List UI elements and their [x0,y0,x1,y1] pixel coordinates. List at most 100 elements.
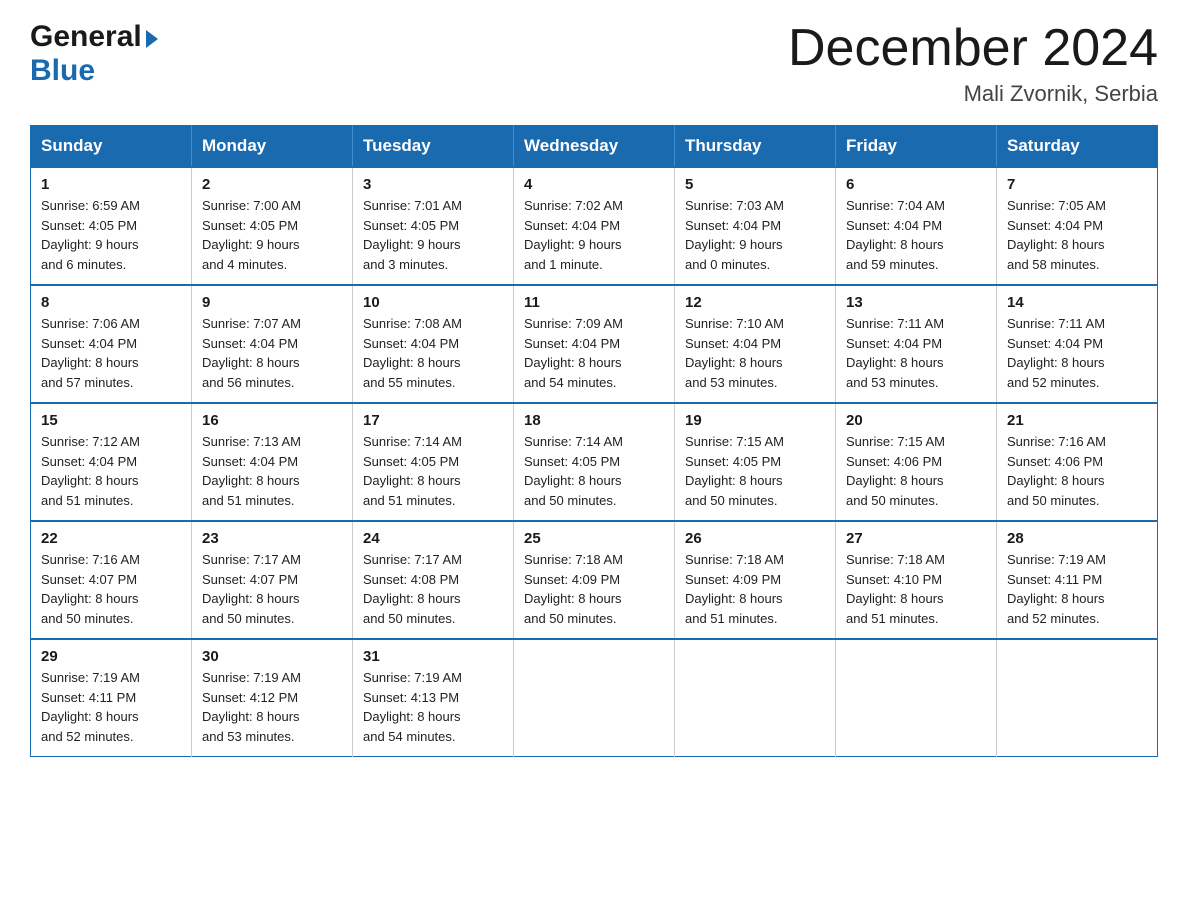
logo-triangle-icon [146,30,158,48]
day-number: 12 [685,294,825,311]
calendar-cell [675,639,836,757]
calendar-cell: 5 Sunrise: 7:03 AMSunset: 4:04 PMDayligh… [675,167,836,285]
calendar-cell: 30 Sunrise: 7:19 AMSunset: 4:12 PMDaylig… [192,639,353,757]
calendar-cell: 20 Sunrise: 7:15 AMSunset: 4:06 PMDaylig… [836,403,997,521]
cell-info: Sunrise: 7:04 AMSunset: 4:04 PMDaylight:… [846,198,945,272]
header-tuesday: Tuesday [353,126,514,168]
cell-info: Sunrise: 7:14 AMSunset: 4:05 PMDaylight:… [363,434,462,508]
calendar-cell: 7 Sunrise: 7:05 AMSunset: 4:04 PMDayligh… [997,167,1158,285]
calendar-cell: 28 Sunrise: 7:19 AMSunset: 4:11 PMDaylig… [997,521,1158,639]
cell-info: Sunrise: 7:10 AMSunset: 4:04 PMDaylight:… [685,316,784,390]
day-number: 23 [202,530,342,547]
cell-info: Sunrise: 7:06 AMSunset: 4:04 PMDaylight:… [41,316,140,390]
cell-info: Sunrise: 7:07 AMSunset: 4:04 PMDaylight:… [202,316,301,390]
header-friday: Friday [836,126,997,168]
calendar-cell: 15 Sunrise: 7:12 AMSunset: 4:04 PMDaylig… [31,403,192,521]
cell-info: Sunrise: 7:08 AMSunset: 4:04 PMDaylight:… [363,316,462,390]
day-number: 31 [363,648,503,665]
cell-info: Sunrise: 7:19 AMSunset: 4:13 PMDaylight:… [363,670,462,744]
cell-info: Sunrise: 7:11 AMSunset: 4:04 PMDaylight:… [846,316,944,390]
day-number: 5 [685,176,825,193]
calendar-week-row: 1 Sunrise: 6:59 AMSunset: 4:05 PMDayligh… [31,167,1158,285]
day-number: 3 [363,176,503,193]
calendar-cell: 3 Sunrise: 7:01 AMSunset: 4:05 PMDayligh… [353,167,514,285]
cell-info: Sunrise: 7:17 AMSunset: 4:08 PMDaylight:… [363,552,462,626]
calendar-cell [836,639,997,757]
cell-info: Sunrise: 7:11 AMSunset: 4:04 PMDaylight:… [1007,316,1105,390]
calendar-cell: 9 Sunrise: 7:07 AMSunset: 4:04 PMDayligh… [192,285,353,403]
calendar-header-row: SundayMondayTuesdayWednesdayThursdayFrid… [31,126,1158,168]
calendar-cell: 13 Sunrise: 7:11 AMSunset: 4:04 PMDaylig… [836,285,997,403]
calendar-week-row: 22 Sunrise: 7:16 AMSunset: 4:07 PMDaylig… [31,521,1158,639]
calendar-cell [997,639,1158,757]
month-title: December 2024 [788,20,1158,77]
day-number: 16 [202,412,342,429]
day-number: 21 [1007,412,1147,429]
calendar-week-row: 29 Sunrise: 7:19 AMSunset: 4:11 PMDaylig… [31,639,1158,757]
day-number: 17 [363,412,503,429]
cell-info: Sunrise: 7:17 AMSunset: 4:07 PMDaylight:… [202,552,301,626]
calendar-cell: 16 Sunrise: 7:13 AMSunset: 4:04 PMDaylig… [192,403,353,521]
cell-info: Sunrise: 7:00 AMSunset: 4:05 PMDaylight:… [202,198,301,272]
calendar-cell: 22 Sunrise: 7:16 AMSunset: 4:07 PMDaylig… [31,521,192,639]
day-number: 28 [1007,530,1147,547]
day-number: 27 [846,530,986,547]
cell-info: Sunrise: 7:02 AMSunset: 4:04 PMDaylight:… [524,198,623,272]
calendar-cell: 12 Sunrise: 7:10 AMSunset: 4:04 PMDaylig… [675,285,836,403]
cell-info: Sunrise: 7:15 AMSunset: 4:05 PMDaylight:… [685,434,784,508]
calendar-week-row: 15 Sunrise: 7:12 AMSunset: 4:04 PMDaylig… [31,403,1158,521]
day-number: 26 [685,530,825,547]
day-number: 4 [524,176,664,193]
day-number: 25 [524,530,664,547]
calendar-cell: 10 Sunrise: 7:08 AMSunset: 4:04 PMDaylig… [353,285,514,403]
title-area: December 2024 Mali Zvornik, Serbia [788,20,1158,107]
calendar-cell: 21 Sunrise: 7:16 AMSunset: 4:06 PMDaylig… [997,403,1158,521]
calendar-cell: 29 Sunrise: 7:19 AMSunset: 4:11 PMDaylig… [31,639,192,757]
day-number: 19 [685,412,825,429]
header-sunday: Sunday [31,126,192,168]
cell-info: Sunrise: 7:12 AMSunset: 4:04 PMDaylight:… [41,434,140,508]
header-thursday: Thursday [675,126,836,168]
calendar-cell: 31 Sunrise: 7:19 AMSunset: 4:13 PMDaylig… [353,639,514,757]
cell-info: Sunrise: 7:05 AMSunset: 4:04 PMDaylight:… [1007,198,1106,272]
calendar-cell: 19 Sunrise: 7:15 AMSunset: 4:05 PMDaylig… [675,403,836,521]
cell-info: Sunrise: 7:15 AMSunset: 4:06 PMDaylight:… [846,434,945,508]
calendar-cell: 18 Sunrise: 7:14 AMSunset: 4:05 PMDaylig… [514,403,675,521]
day-number: 29 [41,648,181,665]
header-monday: Monday [192,126,353,168]
logo: General Blue [30,20,158,88]
calendar-cell: 8 Sunrise: 7:06 AMSunset: 4:04 PMDayligh… [31,285,192,403]
calendar-cell: 24 Sunrise: 7:17 AMSunset: 4:08 PMDaylig… [353,521,514,639]
cell-info: Sunrise: 7:14 AMSunset: 4:05 PMDaylight:… [524,434,623,508]
day-number: 20 [846,412,986,429]
cell-info: Sunrise: 7:19 AMSunset: 4:11 PMDaylight:… [41,670,140,744]
day-number: 6 [846,176,986,193]
location-title: Mali Zvornik, Serbia [788,81,1158,107]
calendar-cell: 26 Sunrise: 7:18 AMSunset: 4:09 PMDaylig… [675,521,836,639]
cell-info: Sunrise: 7:19 AMSunset: 4:11 PMDaylight:… [1007,552,1106,626]
day-number: 8 [41,294,181,311]
calendar-cell: 11 Sunrise: 7:09 AMSunset: 4:04 PMDaylig… [514,285,675,403]
logo-blue-text: Blue [30,54,95,87]
cell-info: Sunrise: 7:16 AMSunset: 4:07 PMDaylight:… [41,552,140,626]
day-number: 2 [202,176,342,193]
cell-info: Sunrise: 7:18 AMSunset: 4:09 PMDaylight:… [524,552,623,626]
day-number: 13 [846,294,986,311]
calendar-cell [514,639,675,757]
calendar-cell: 17 Sunrise: 7:14 AMSunset: 4:05 PMDaylig… [353,403,514,521]
calendar-week-row: 8 Sunrise: 7:06 AMSunset: 4:04 PMDayligh… [31,285,1158,403]
calendar-cell: 2 Sunrise: 7:00 AMSunset: 4:05 PMDayligh… [192,167,353,285]
calendar-cell: 14 Sunrise: 7:11 AMSunset: 4:04 PMDaylig… [997,285,1158,403]
calendar-cell: 23 Sunrise: 7:17 AMSunset: 4:07 PMDaylig… [192,521,353,639]
day-number: 14 [1007,294,1147,311]
cell-info: Sunrise: 7:01 AMSunset: 4:05 PMDaylight:… [363,198,462,272]
calendar-cell: 1 Sunrise: 6:59 AMSunset: 4:05 PMDayligh… [31,167,192,285]
day-number: 24 [363,530,503,547]
day-number: 11 [524,294,664,311]
header-wednesday: Wednesday [514,126,675,168]
calendar-cell: 4 Sunrise: 7:02 AMSunset: 4:04 PMDayligh… [514,167,675,285]
logo-general-text: General [30,20,142,54]
calendar-cell: 6 Sunrise: 7:04 AMSunset: 4:04 PMDayligh… [836,167,997,285]
calendar-cell: 25 Sunrise: 7:18 AMSunset: 4:09 PMDaylig… [514,521,675,639]
cell-info: Sunrise: 7:18 AMSunset: 4:10 PMDaylight:… [846,552,945,626]
